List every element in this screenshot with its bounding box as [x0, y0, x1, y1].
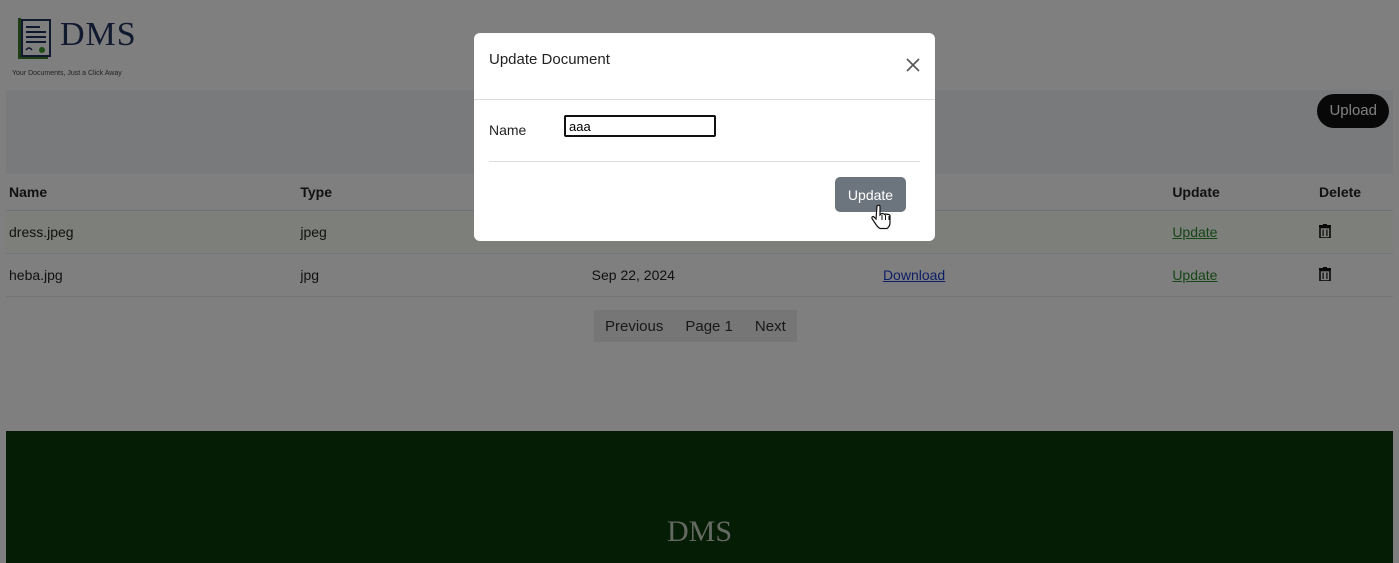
modal-divider	[489, 161, 920, 162]
hand-pointer-cursor-icon	[870, 204, 892, 230]
modal-title: Update Document	[489, 51, 610, 68]
name-field[interactable]	[564, 115, 716, 137]
modal-body: Name	[474, 100, 935, 160]
close-icon[interactable]	[903, 55, 923, 75]
modal-header: Update Document	[474, 33, 935, 100]
name-label: Name	[489, 122, 527, 138]
update-document-modal: Update Document Name Update	[474, 33, 935, 241]
